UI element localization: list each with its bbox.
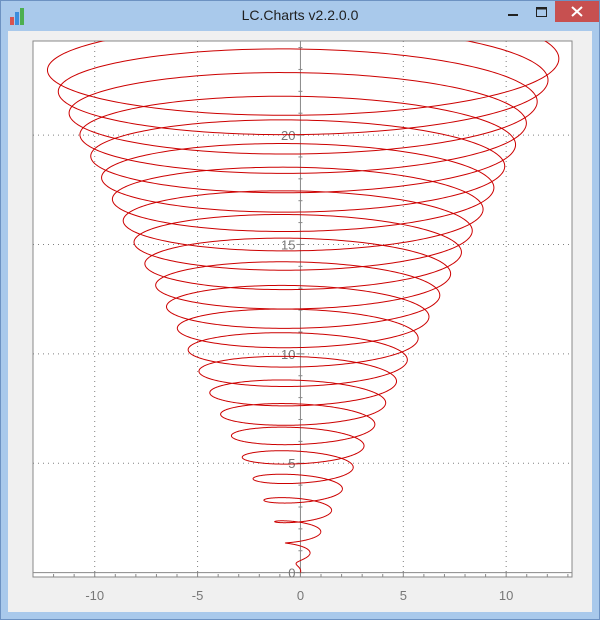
x-tick-label: 0 bbox=[297, 588, 304, 603]
x-tick-label: 5 bbox=[400, 588, 407, 603]
x-tick-label: -5 bbox=[192, 588, 204, 603]
y-tick-label: 15 bbox=[281, 237, 295, 252]
minimize-icon bbox=[508, 13, 518, 16]
chart-svg[interactable]: -10 -5 0 5 1005101520 bbox=[8, 31, 592, 612]
minimize-button[interactable] bbox=[499, 1, 527, 22]
y-tick-label: 20 bbox=[281, 128, 295, 143]
chart-area: -10 -5 0 5 10 0 5 10 15 20 bbox=[8, 31, 592, 612]
close-icon bbox=[571, 6, 583, 17]
window-controls bbox=[499, 1, 599, 23]
maximize-button[interactable] bbox=[527, 1, 555, 22]
maximize-icon bbox=[535, 6, 547, 17]
x-tick-label: -10 bbox=[85, 588, 104, 603]
x-tick-label: 10 bbox=[499, 588, 513, 603]
y-tick-label: 0 bbox=[288, 566, 295, 581]
y-tick-label: 10 bbox=[281, 347, 295, 362]
app-window: LC.Charts v2.2.0.0 -10 -5 0 5 10 0 5 10 15 20 bbox=[0, 0, 600, 620]
title-bar[interactable]: LC.Charts v2.2.0.0 bbox=[1, 1, 599, 31]
close-button[interactable] bbox=[555, 1, 599, 22]
